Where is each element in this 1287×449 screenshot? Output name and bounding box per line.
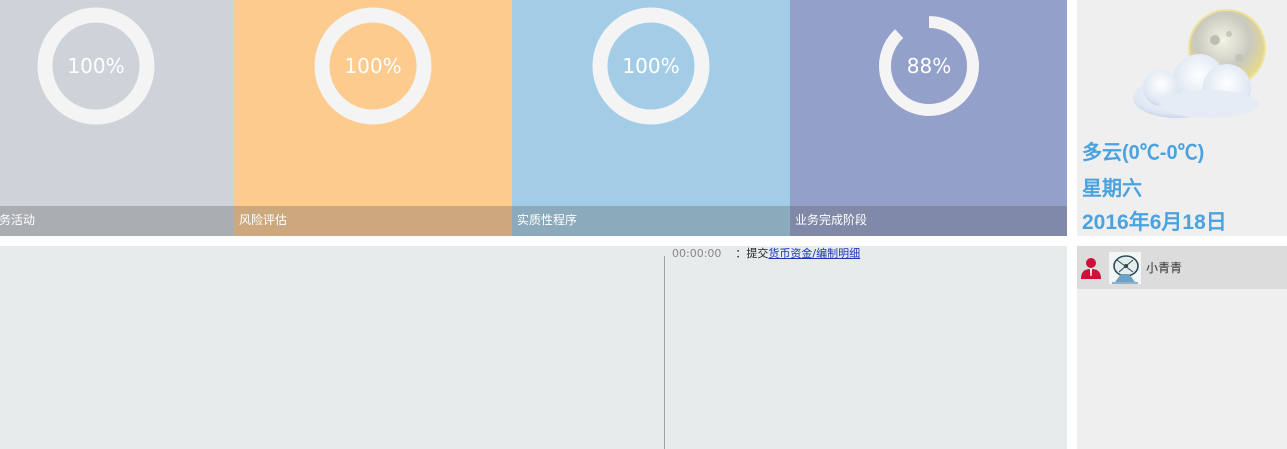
log-separator: ： (735, 247, 747, 260)
weather-panel: 多云(0℃-0℃) 星期六 2016年6月18日 (1077, 0, 1287, 236)
caption-bar: 业务完成阶段 (790, 206, 1067, 236)
user-icon (1081, 258, 1101, 279)
caption-bar: 实质性程序 (512, 206, 790, 236)
tile-business-activity[interactable]: 100% 务活动 (0, 0, 234, 236)
progress-percent: 100% (67, 54, 125, 78)
user-row[interactable]: 小青青 (1077, 246, 1287, 289)
progress-percent: 100% (622, 54, 680, 78)
log-link[interactable]: 货币资金/编制明细 (768, 247, 860, 260)
caption-bar: 务活动 (0, 206, 234, 236)
tile-caption: 业务完成阶段 (795, 213, 868, 227)
cloudy-moon-icon (1133, 9, 1266, 118)
vertical-divider (664, 256, 665, 449)
activity-area: 00:00:00 ：提交货币资金/编制明细 (0, 246, 1067, 449)
online-users-panel: 小青青 (1077, 246, 1287, 449)
user-name: 小青青 (1146, 261, 1183, 275)
weather-date: 2016年6月18日 (1082, 211, 1227, 234)
progress-percent: 88% (906, 54, 952, 78)
dashboard: 100% 务活动 100% 风险评估 100% 实质性程序 88% 业务完成阶段 (0, 0, 1287, 449)
tile-caption: 实质性程序 (517, 213, 578, 227)
activity-log-entry: 00:00:00 ：提交货币资金/编制明细 (672, 247, 860, 261)
weather-weekday: 星期六 (1082, 178, 1142, 200)
tile-caption: 务活动 (0, 213, 36, 227)
tile-risk-assessment[interactable]: 100% 风险评估 (234, 0, 512, 236)
progress-percent: 100% (344, 54, 402, 78)
weather-condition: 多云(0℃-0℃) (1082, 142, 1205, 164)
caption-bar: 风险评估 (234, 206, 512, 236)
tile-caption: 风险评估 (239, 213, 288, 227)
tile-completion-stage[interactable]: 88% 业务完成阶段 (790, 0, 1067, 236)
log-time: 00:00:00 (672, 247, 722, 260)
log-action: 提交 (746, 247, 769, 260)
satellite-dish-avatar (1109, 252, 1141, 284)
tile-substantive-procedures[interactable]: 100% 实质性程序 (512, 0, 790, 236)
